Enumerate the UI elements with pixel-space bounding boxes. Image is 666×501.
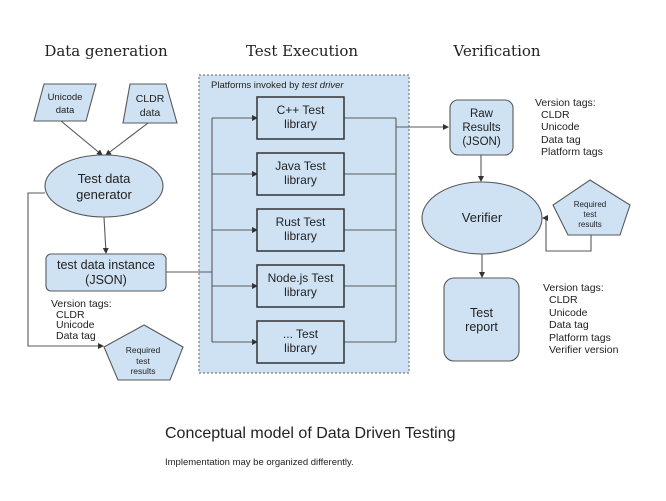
unicode-data-line1: Unicode — [48, 92, 83, 103]
required-results-line1: Required — [126, 345, 161, 355]
version-tag-item: Data tag — [56, 330, 96, 342]
required-results-node-left: Required test results — [103, 324, 184, 381]
library-label-line: library — [284, 173, 317, 187]
arrow-unicode-to-generator — [60, 120, 103, 156]
version-tags-label: Version tags: — [543, 282, 604, 294]
diagram-note: Implementation may be organized differen… — [165, 457, 354, 468]
cldr-data-line2: data — [140, 107, 161, 119]
heading-test-execution: Test Execution — [246, 42, 358, 60]
required-results-line3: results — [578, 220, 602, 229]
version-tag-item: CLDR — [541, 109, 570, 121]
test-report-node: Test report — [443, 277, 520, 362]
library-label-line: C++ Test — [277, 103, 325, 117]
data-gen-version-tags: Version tags: CLDR Unicode Data tag — [51, 298, 112, 342]
heading-verification: Verification — [452, 42, 541, 60]
unicode-data-line2: data — [56, 105, 75, 116]
library-label-line: ... Test — [283, 327, 319, 341]
required-results-line2: test — [584, 210, 598, 219]
raw-results-line2: Results — [462, 122, 501, 134]
cldr-data-node: CLDR data — [122, 83, 178, 124]
version-tag-item: Data tag — [541, 134, 581, 146]
raw-results-line1: Raw — [470, 108, 494, 120]
library-label-line: Rust Test — [276, 215, 326, 229]
verifier-label: Verifier — [462, 210, 503, 225]
version-tags-label: Version tags: — [535, 97, 596, 109]
version-tag-item: CLDR — [549, 294, 578, 306]
test-report-line2: report — [465, 320, 498, 334]
version-tag-item: Unicode — [541, 121, 580, 133]
generator-line2: generator — [76, 187, 132, 202]
test-data-instance-node: test data instance (JSON) — [45, 253, 167, 292]
required-results-node-right: Required test results — [552, 179, 631, 236]
library-label-line: library — [284, 285, 317, 299]
required-results-line3: results — [130, 366, 155, 376]
diagram-canvas: Data generation Test Execution Verificat… — [27, 42, 631, 468]
raw-results-line3: (JSON) — [462, 136, 501, 148]
raw-results-node: Raw Results (JSON) — [449, 99, 514, 156]
verifier-node: Verifier — [421, 181, 543, 255]
instance-line1: test data instance — [57, 258, 155, 272]
platforms-container-label: Platforms invoked by test driver — [211, 80, 344, 91]
instance-line2: (JSON) — [85, 273, 127, 287]
version-tag-item: Platform tags — [549, 332, 611, 344]
required-results-line2: test — [136, 356, 150, 366]
generator-line1: Test data — [78, 171, 132, 186]
heading-data-generation: Data generation — [44, 42, 168, 60]
test-report-line1: Test — [470, 306, 493, 320]
diagram-title: Conceptual model of Data Driven Testing — [165, 425, 456, 442]
raw-results-version-tags: Version tags: CLDR Unicode Data tag Plat… — [535, 97, 603, 158]
version-tag-item: Platform tags — [541, 146, 603, 158]
arrow-cldr-to-generator — [105, 122, 149, 156]
library-label-line: library — [284, 341, 317, 355]
library-label-line: Java Test — [275, 159, 326, 173]
cldr-data-line1: CLDR — [136, 93, 165, 105]
version-tag-item: Unicode — [549, 307, 588, 319]
unicode-data-node: Unicode data — [33, 83, 97, 122]
test-data-generator-node: Test data generator — [44, 154, 164, 218]
library-label-line: Node.js Test — [268, 271, 334, 285]
version-tag-item: Verifier version — [549, 344, 619, 356]
required-results-line1: Required — [574, 200, 606, 209]
report-version-tags: Version tags: CLDR Unicode Data tag Plat… — [543, 282, 619, 356]
arrow-generator-to-instance — [102, 216, 109, 254]
library-label-line: library — [284, 229, 317, 243]
library-label-line: library — [284, 117, 317, 131]
version-tag-item: Data tag — [549, 319, 589, 331]
